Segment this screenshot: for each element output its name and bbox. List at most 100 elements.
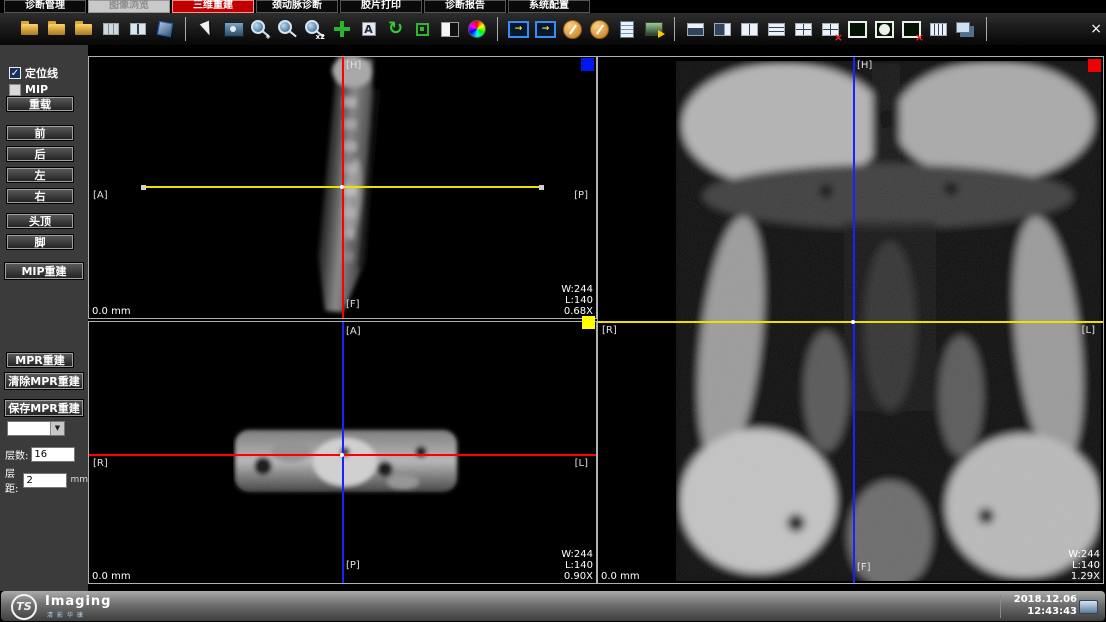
- pan-icon[interactable]: [329, 17, 354, 42]
- window-level-readout: W:244 L:140 0.90X: [561, 549, 593, 582]
- tab-image-browse[interactable]: 图像浏览: [88, 0, 170, 13]
- checked-checkbox-icon: ✓: [9, 67, 21, 79]
- unchecked-checkbox-icon: [9, 84, 21, 96]
- measure-pen-icon[interactable]: [560, 17, 585, 42]
- folder-config-icon[interactable]: [17, 17, 42, 42]
- cascade-windows-icon[interactable]: [953, 17, 978, 42]
- report-icon[interactable]: [614, 17, 639, 42]
- link-sync-icon[interactable]: →: [533, 17, 558, 42]
- coronal-viewport[interactable]: [H] [R] [L] [F] 0.0 mm W:244 L:140 1.29X: [597, 56, 1104, 584]
- right-button[interactable]: 右: [7, 189, 73, 203]
- folder-open-icon[interactable]: [44, 17, 69, 42]
- orientation-label-top: [H]: [346, 60, 361, 71]
- front-button[interactable]: 前: [7, 126, 73, 140]
- folder-import-icon[interactable]: [71, 17, 96, 42]
- orientation-label-top: [A]: [346, 326, 361, 337]
- window-level-readout: W:244 L:140 0.68X: [561, 284, 593, 317]
- layout-grid-icon[interactable]: [791, 17, 816, 42]
- mpr-clear-button[interactable]: 清除MPR重建: [5, 373, 83, 389]
- checkbox-mip[interactable]: MIP: [9, 83, 48, 96]
- orientation-label-left: [A]: [93, 190, 108, 201]
- toolbar-separator: [185, 17, 186, 41]
- invert-icon[interactable]: [437, 17, 462, 42]
- tab-diagnosis-report[interactable]: 诊断报告: [424, 0, 506, 13]
- axial-viewport[interactable]: [A] [R] [L] [P] 0.0 mm W:244 L:140 0.90X: [88, 321, 597, 584]
- crop-delete-icon[interactable]: ×: [899, 17, 924, 42]
- layout-clear-icon[interactable]: ×: [818, 17, 843, 42]
- status-separator: [1000, 594, 1001, 618]
- zoom-factor: 0.90X: [561, 571, 593, 582]
- crop-rect-icon[interactable]: [845, 17, 870, 42]
- layout-thumbnails-icon[interactable]: [710, 17, 735, 42]
- orientation-label-left: [R]: [602, 325, 617, 336]
- tab-carotid-diagnosis[interactable]: 颈动脉诊断: [256, 0, 338, 13]
- layout-rows-icon[interactable]: [764, 17, 789, 42]
- orientation-label-bottom: [F]: [346, 299, 360, 310]
- tab-3d-reconstruction[interactable]: 三维重建: [172, 0, 254, 13]
- dicom-browser-icon[interactable]: [98, 17, 123, 42]
- layer-spacing-input[interactable]: [23, 473, 67, 488]
- crosshair-handle[interactable]: [539, 185, 544, 190]
- toolbox-icon[interactable]: [587, 17, 612, 42]
- layout-2col-icon[interactable]: [737, 17, 762, 42]
- chevron-down-icon[interactable]: ▼: [50, 422, 64, 435]
- back-button[interactable]: 后: [7, 147, 73, 161]
- clock: 2018.12.06 12:43:43: [1014, 594, 1077, 618]
- toolbar: + x2 A ↻ → → × ×: [0, 13, 1106, 45]
- fit-screen-icon[interactable]: [410, 17, 435, 42]
- layer-count-input[interactable]: [31, 447, 75, 462]
- sagittal-viewport[interactable]: [H] [A] [P] [F] 0.0 mm W:244 L:140 0.68X: [88, 56, 597, 319]
- axial-mri-image: [233, 422, 461, 500]
- orientation-label-left: [R]: [93, 458, 108, 469]
- close-icon[interactable]: ×: [1090, 22, 1102, 36]
- zoom-in-icon[interactable]: +: [248, 17, 273, 42]
- toolbar-separator: [674, 17, 675, 41]
- rotate-icon[interactable]: ↻: [383, 17, 408, 42]
- tab-diagnosis-manage[interactable]: 诊断管理: [4, 0, 86, 13]
- toolbar-separator: [497, 17, 498, 41]
- window-level-icon[interactable]: [221, 17, 246, 42]
- window-value: W:244: [1068, 549, 1100, 560]
- app-window: 诊断管理 图像浏览 三维重建 颈动脉诊断 胶片打印 诊断报告 系统配置 + x2…: [0, 0, 1106, 622]
- checkbox-locator-line[interactable]: ✓ 定位线: [9, 65, 58, 81]
- checkbox-label: 定位线: [25, 65, 58, 81]
- volume-3d-icon[interactable]: [152, 17, 177, 42]
- left-control-panel: ✓ 定位线 MIP 重载 前 后 左 右 头顶 脚 MIP重建 MPR重建 清除…: [0, 45, 88, 591]
- level-value: L:140: [561, 295, 593, 306]
- head-top-button[interactable]: 头顶: [7, 214, 73, 228]
- orientation-label-right: [P]: [574, 190, 588, 201]
- reload-button[interactable]: 重载: [7, 97, 73, 111]
- pseudo-color-icon[interactable]: [464, 17, 489, 42]
- mpr-save-button[interactable]: 保存MPR重建: [5, 400, 83, 416]
- series-split-icon[interactable]: [125, 17, 150, 42]
- mip-rebuild-button[interactable]: MIP重建: [5, 263, 83, 279]
- foot-button[interactable]: 脚: [7, 235, 73, 249]
- orientation-label-right: [L]: [1082, 325, 1095, 336]
- mpr-rebuild-button[interactable]: MPR重建: [7, 353, 73, 367]
- layout-columns-icon[interactable]: [926, 17, 951, 42]
- crosshair-center-dot: [340, 453, 344, 457]
- sagittal-corner-indicator: [581, 58, 594, 71]
- window-value: W:244: [561, 549, 593, 560]
- cursor-icon[interactable]: [194, 17, 219, 42]
- zoom-2x-icon[interactable]: x2: [302, 17, 327, 42]
- axial-corner-indicator: [582, 316, 595, 329]
- annotation-text-icon[interactable]: A: [356, 17, 381, 42]
- ts-logo: TS: [11, 594, 37, 620]
- crop-circle-icon[interactable]: [872, 17, 897, 42]
- layer-spacing-label: 层距:: [5, 465, 20, 495]
- tab-film-print[interactable]: 胶片打印: [340, 0, 422, 13]
- zoom-region-icon[interactable]: [275, 17, 300, 42]
- export-image-icon[interactable]: [641, 17, 666, 42]
- link-move-icon[interactable]: →: [506, 17, 531, 42]
- layout-single-icon[interactable]: [683, 17, 708, 42]
- left-button[interactable]: 左: [7, 168, 73, 182]
- coronal-corner-indicator: [1088, 59, 1101, 72]
- tab-system-config[interactable]: 系统配置: [508, 0, 590, 13]
- mpr-series-select[interactable]: ▼: [7, 421, 65, 436]
- checkbox-label: MIP: [25, 83, 48, 96]
- level-value: L:140: [561, 560, 593, 571]
- brand-subtitle: 清影华康: [47, 610, 87, 619]
- crosshair-handle[interactable]: [141, 185, 146, 190]
- zoom-factor: 1.29X: [1068, 571, 1100, 582]
